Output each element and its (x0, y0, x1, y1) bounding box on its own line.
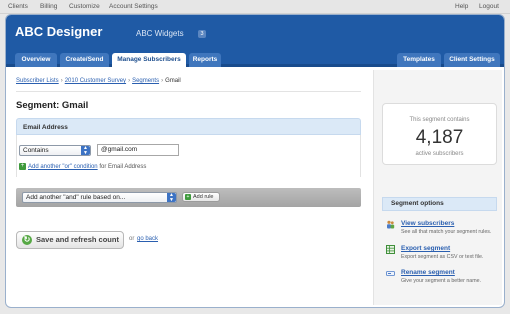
stat-label: This segment contains (409, 117, 470, 123)
tab-create-send[interactable]: Create/Send (60, 53, 109, 67)
select-arrows-icon: ▲ ▼ (167, 193, 176, 202)
stat-sublabel: active subscribers (415, 151, 464, 157)
operator-value: Contains (23, 147, 49, 154)
top-nav: Clients Billing Customize Account Settin… (0, 0, 510, 14)
sidebar: This segment contains 4,187 active subsc… (373, 70, 502, 305)
rule-body: Contains ▲ ▼ @gmail.com + Add another "or"… (16, 135, 361, 177)
people-icon (387, 220, 395, 229)
breadcrumb-separator: › (60, 78, 63, 84)
nav-billing[interactable]: Billing (40, 3, 57, 10)
rename-segment-desc: Give your segment a better name. (401, 278, 482, 284)
operator-select[interactable]: Contains ▲ ▼ (19, 145, 91, 156)
tab-client-settings[interactable]: Client Settings (444, 53, 500, 67)
save-refresh-button[interactable]: ↻ Save and refresh count (16, 231, 124, 249)
and-rule-select-value: Add another "and" rule based on... (26, 194, 126, 201)
breadcrumb: Subscriber Lists › 2010 Customer Survey › Se… (16, 78, 181, 84)
add-and-rule-bar: Add another "and" rule based on... ▲ ▼ + A… (16, 188, 361, 207)
view-subscribers-link[interactable]: View subscribers (401, 220, 454, 227)
add-or-condition: + Add another "or" condition for Email Ad… (19, 163, 146, 170)
main-content: Subscriber Lists › 2010 Customer Survey › Se… (16, 70, 371, 300)
segment-options-title: Segment options (382, 197, 497, 211)
view-subscribers-desc: See all that match your segment rules. (401, 229, 492, 235)
breadcrumb-list[interactable]: 2010 Customer Survey (65, 78, 126, 84)
breadcrumb-separator: › (161, 78, 164, 84)
breadcrumb-separator: › (128, 78, 131, 84)
breadcrumb-segments[interactable]: Segments (132, 78, 159, 84)
plus-icon: + (185, 193, 191, 200)
segment-count-box: This segment contains 4,187 active subsc… (382, 103, 497, 165)
rule-field-label: Email Address (23, 124, 68, 131)
subscriber-count: 4,187 (415, 127, 464, 148)
rule-value-input[interactable]: @gmail.com (97, 144, 179, 156)
divider (16, 91, 361, 92)
breadcrumb-subscriber-lists[interactable]: Subscriber Lists (16, 78, 59, 84)
export-segment-link[interactable]: Export segment (401, 245, 450, 252)
add-rule-button[interactable]: + Add rule (182, 192, 220, 202)
nav-customize[interactable]: Customize (69, 3, 100, 10)
refresh-icon: ↻ (22, 235, 32, 245)
app-header: ABC Designer ABC Widgets 3 Overview Crea… (6, 15, 504, 67)
or-text: or (129, 236, 135, 242)
tab-overview[interactable]: Overview (15, 53, 57, 67)
save-refresh-label: Save and refresh count (36, 235, 119, 244)
go-back-link[interactable]: go back (137, 236, 158, 242)
add-or-condition-link[interactable]: Add another "or" condition (28, 164, 98, 170)
plus-icon: + (19, 163, 26, 170)
nav-logout[interactable]: Logout (479, 3, 499, 10)
spreadsheet-icon (386, 245, 395, 254)
nav-account-settings[interactable]: Account Settings (109, 3, 158, 10)
and-rule-select[interactable]: Add another "and" rule based on... ▲ ▼ (22, 192, 177, 203)
rename-segment-link[interactable]: Rename segment (401, 269, 455, 276)
tab-reports[interactable]: Reports (189, 53, 221, 67)
app-frame: ABC Designer ABC Widgets 3 Overview Crea… (5, 14, 505, 308)
page-title: Segment: Gmail (16, 100, 89, 111)
select-arrows-icon: ▲ ▼ (81, 146, 90, 155)
breadcrumb-current: Gmail (165, 78, 181, 84)
tab-templates[interactable]: Templates (397, 53, 441, 67)
tab-manage-subscribers[interactable]: Manage Subscribers (112, 53, 186, 67)
nav-clients[interactable]: Clients (8, 3, 28, 10)
add-rule-label: Add rule (193, 194, 214, 200)
rename-icon (386, 271, 395, 276)
export-segment-desc: Export segment as CSV or text file. (401, 254, 484, 260)
client-name[interactable]: ABC Widgets (136, 29, 184, 38)
nav-help[interactable]: Help (455, 3, 468, 10)
app-title: ABC Designer (15, 24, 103, 39)
rule-header: Email Address (16, 118, 361, 135)
client-badge: 3 (198, 30, 206, 38)
add-or-suffix: for Email Address (99, 164, 147, 171)
